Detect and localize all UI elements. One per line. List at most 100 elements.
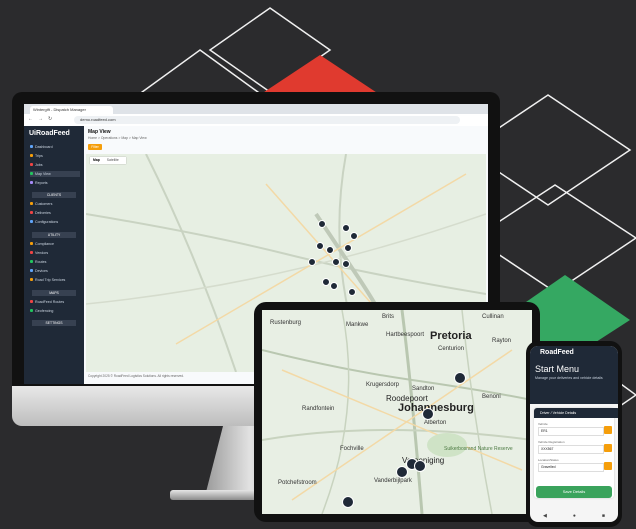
map-label: Rayton	[492, 338, 512, 344]
sidebar-item-deliveries[interactable]: Deliveries	[30, 210, 80, 216]
sidebar-section-clients: CLIENTS	[32, 192, 76, 198]
sidebar-section-settings: SETTINGS	[32, 320, 76, 326]
sidebar-item-geofencing[interactable]: Geofencing	[30, 308, 80, 314]
sidebar-item-vendors[interactable]: Vendors	[30, 250, 80, 256]
sidebar-item-compliance[interactable]: Compliance	[30, 241, 80, 247]
reload-icon[interactable]: ↻	[48, 116, 52, 122]
registration-select-button[interactable]	[604, 444, 612, 452]
geofence-icon	[30, 309, 33, 312]
registration-input[interactable]: XXX567	[538, 445, 604, 454]
phone-title: Start Menu	[535, 364, 580, 374]
map-label: Rustenburg	[270, 320, 302, 326]
compliance-icon	[30, 242, 33, 245]
map-label: Randfontein	[302, 406, 335, 412]
browser-tab[interactable]: Wintergift - Dispatch Manager	[30, 106, 113, 114]
vehicle-marker[interactable]	[332, 258, 340, 266]
sidebar-section-utility: UTILITY	[32, 232, 76, 238]
vehicle-marker[interactable]	[342, 224, 350, 232]
route-icon	[30, 300, 33, 303]
vendors-icon	[30, 251, 33, 254]
map-label: Potchefstroom	[278, 480, 317, 486]
map-label: Pretoria	[430, 330, 472, 342]
field-label: Location/Status	[538, 458, 559, 462]
vehicle-input[interactable]: ER1	[538, 427, 604, 436]
map-label: Hartbeespoort	[386, 332, 425, 338]
forward-icon[interactable]: →	[38, 116, 43, 122]
devices-icon	[30, 269, 33, 272]
vehicle-marker[interactable]	[396, 466, 408, 478]
vehicle-marker[interactable]	[326, 246, 334, 254]
sidebar-item-devices[interactable]: Devices	[30, 268, 80, 274]
url-field[interactable]: demo.roadfeed.com	[74, 116, 460, 124]
card-title: Driver / Vehicle Details	[534, 408, 618, 418]
phone-header: RoadFeed Start Menu Manage your deliveri…	[530, 346, 618, 404]
location-input[interactable]: Gravelled	[538, 463, 604, 472]
map-label: Vanderbijlpark	[374, 478, 412, 484]
map-label: Johannesburg	[398, 402, 474, 414]
filter-button[interactable]: Filter	[88, 144, 102, 150]
sidebar-item-roadfeed-routes[interactable]: RoadFeed Routes	[30, 299, 80, 305]
vehicle-marker[interactable]	[454, 372, 466, 384]
sidebar-item-jobs[interactable]: Jobs	[30, 162, 80, 168]
vehicle-marker[interactable]	[422, 408, 434, 420]
phone-screen: RoadFeed Start Menu Manage your deliveri…	[530, 346, 618, 522]
services-icon	[30, 278, 33, 281]
sidebar-item-customers[interactable]: Customers	[30, 201, 80, 207]
map-label: Suikerbosrand Nature Reserve	[444, 446, 513, 452]
vehicle-marker[interactable]	[350, 232, 358, 240]
vehicle-marker[interactable]	[308, 258, 316, 266]
sidebar-item-reports[interactable]: Reports	[30, 180, 80, 186]
sidebar-item-map-view[interactable]: Map View	[30, 171, 80, 177]
vehicle-marker[interactable]	[414, 460, 426, 472]
sidebar-item-trips[interactable]: Trips	[30, 153, 80, 159]
vehicle-marker[interactable]	[342, 496, 354, 508]
jobs-icon	[30, 163, 33, 166]
routes-icon	[30, 260, 33, 263]
driver-details-card: Driver / Vehicle Details Vehicle ER1 Veh…	[534, 408, 618, 498]
sidebar-item-road-trip-services[interactable]: Road Trip Services	[30, 277, 80, 283]
vehicle-marker[interactable]	[344, 244, 352, 252]
registration-field: Vehicle Registration XXX567	[538, 440, 612, 454]
reports-icon	[30, 181, 33, 184]
vehicle-select-button[interactable]	[604, 426, 612, 434]
dashboard-icon	[30, 145, 33, 148]
map-tab-map[interactable]: Map	[90, 158, 103, 162]
map-label: Centurion	[438, 346, 465, 352]
vehicle-marker[interactable]	[318, 220, 326, 228]
vehicle-marker[interactable]	[342, 260, 350, 268]
map-label: Cullinan	[482, 314, 504, 320]
tablet-map[interactable]: Rustenburg Mankwe Hartbeespoort Pretoria…	[262, 310, 532, 514]
sidebar-section-maps: MAPS	[32, 290, 76, 296]
sidebar-item-routes[interactable]: Routes	[30, 259, 80, 265]
map-tab-satellite[interactable]: Satellite	[104, 158, 122, 162]
back-nav-icon[interactable]: ◀	[543, 513, 547, 519]
page-footer: Copyright 2025 © RoadFeed Logistics Solu…	[88, 374, 184, 378]
map-label: Brits	[382, 314, 394, 320]
trips-icon	[30, 154, 33, 157]
app-logo: UiRoadFeed	[29, 130, 70, 137]
back-icon[interactable]: ←	[28, 116, 33, 122]
map-type-toggle[interactable]: Map Satellite	[90, 157, 126, 164]
vehicle-marker[interactable]	[330, 282, 338, 290]
vehicle-marker[interactable]	[348, 288, 356, 296]
recents-nav-icon[interactable]: ■	[602, 513, 605, 519]
vehicle-marker[interactable]	[322, 278, 330, 286]
vehicle-marker[interactable]	[316, 242, 324, 250]
phone-nav-bar: ◀ ● ■	[530, 510, 618, 522]
sidebar-item-configurations[interactable]: Configurations	[30, 219, 80, 225]
sidebar-item-dashboard[interactable]: Dashboard	[30, 144, 80, 150]
map-label: Alberton	[424, 420, 447, 426]
location-select-button[interactable]	[604, 462, 612, 470]
location-field: Location/Status Gravelled	[538, 458, 612, 472]
breadcrumb: Home > Operations > Map > Map View	[88, 136, 147, 140]
map-icon	[30, 172, 33, 175]
map-label: Sandton	[412, 386, 435, 392]
home-nav-icon[interactable]: ●	[573, 513, 576, 519]
config-icon	[30, 220, 33, 223]
map-label: Krugersdorp	[366, 382, 400, 388]
sidebar: UiRoadFeed Dashboard Trips Jobs Map View…	[24, 126, 84, 384]
save-details-button[interactable]: Save Details	[536, 486, 612, 498]
field-label: Vehicle Registration	[538, 440, 565, 444]
customers-icon	[30, 202, 33, 205]
page-title: Map View	[88, 129, 111, 135]
